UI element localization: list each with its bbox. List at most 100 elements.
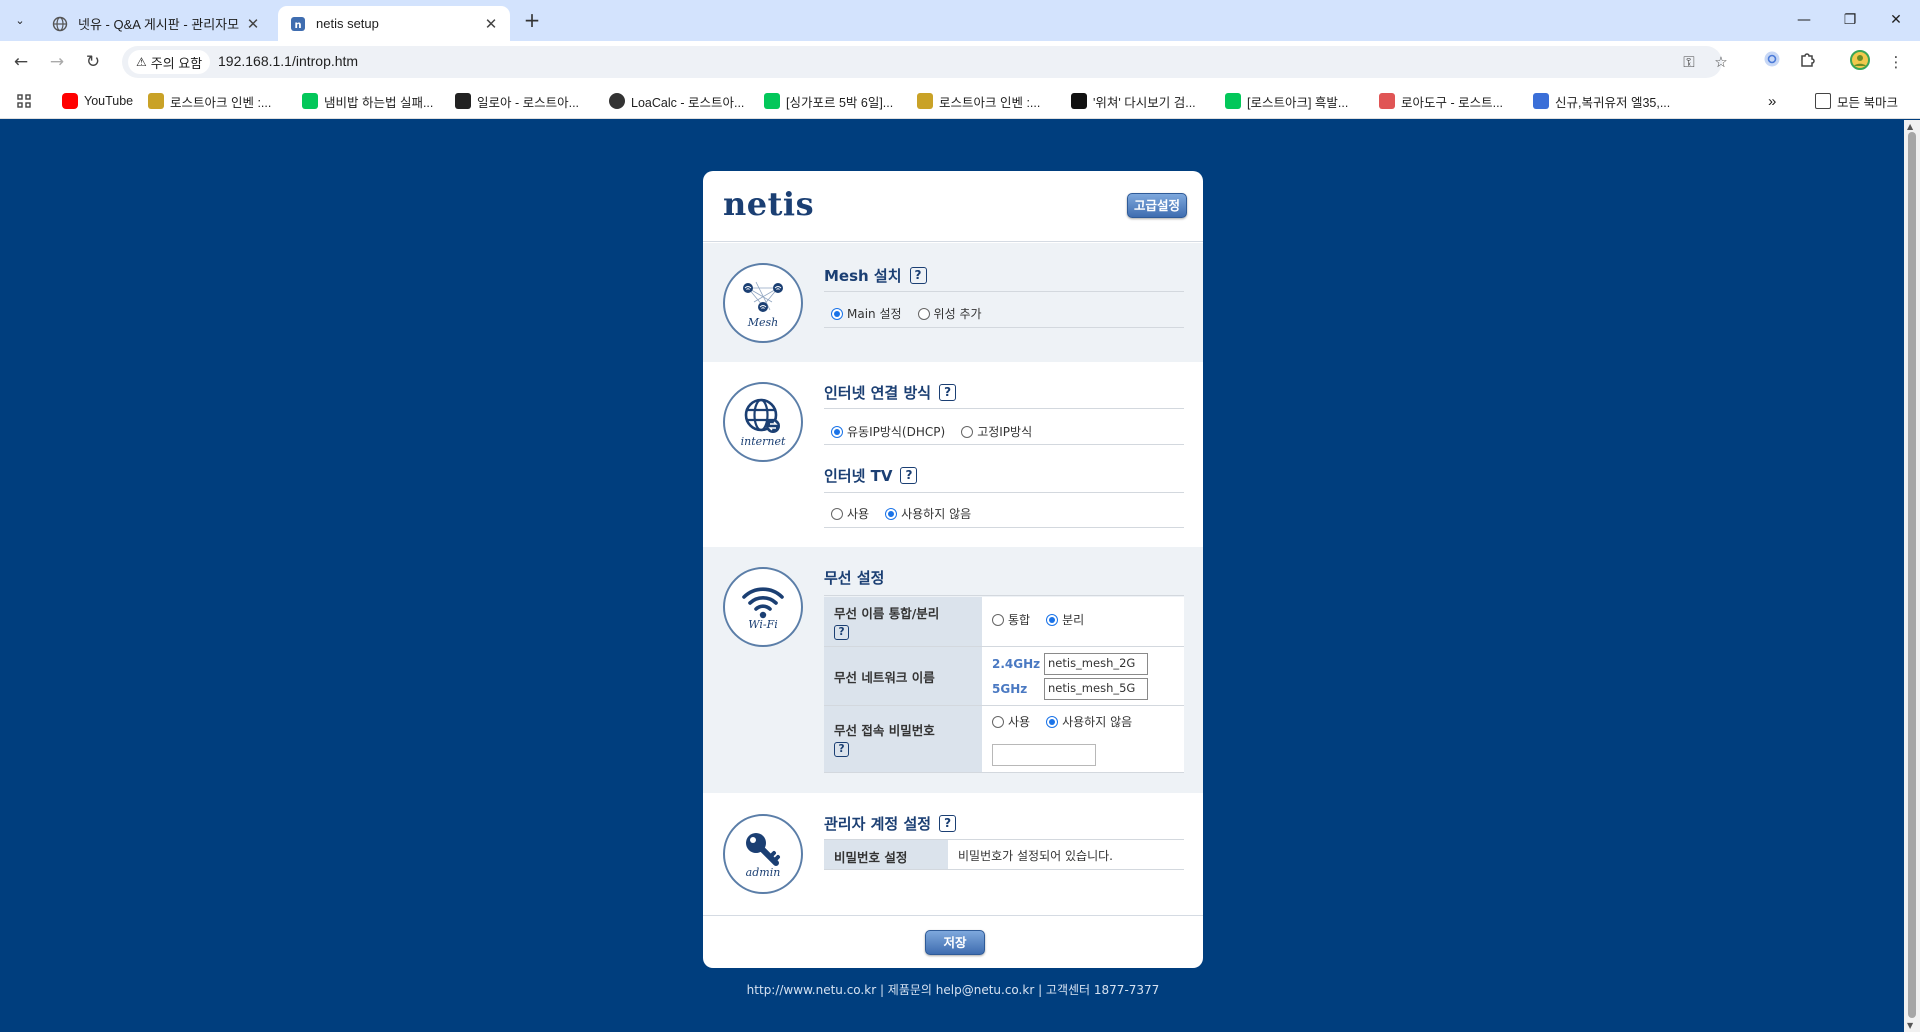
inven-icon (148, 93, 164, 109)
admin-password-row: 비밀번호 설정 비밀번호가 설정되어 있습니다. (824, 840, 1184, 870)
radio-checked[interactable] (885, 507, 898, 520)
scroll-thumb[interactable] (1908, 132, 1916, 1018)
tab-title: netis setup (316, 16, 379, 31)
help-icon[interactable]: ? (834, 625, 849, 640)
bookmark-item[interactable]: 로스트아크 인벤 :... (148, 90, 271, 112)
tab-title: 넷유 - Q&A 게시판 - 관리자모 (78, 17, 240, 32)
radio-unchecked[interactable] (917, 307, 930, 320)
wifi-password-use-option[interactable]: 사용 (992, 713, 1030, 730)
mesh-icon-label: Mesh (747, 315, 779, 329)
bookmark-item[interactable]: 일로아 - 로스트아... (455, 90, 579, 112)
band-24-label: 2.4GHz (992, 656, 1041, 671)
advanced-settings-button[interactable]: 고급설정 (1127, 193, 1187, 218)
browser-menu-icon[interactable]: ⋮ (1884, 50, 1908, 74)
tab-strip: ⌄ 넷유 - Q&A 게시판 - 관리자모 ✕ n netis setup ✕ … (0, 0, 1920, 41)
forward-arrow-icon[interactable]: → (44, 49, 70, 75)
password-key-icon[interactable]: ⚿ (1678, 51, 1700, 73)
admin-section: admin 관리자 계정 설정 ? 비밀번호 설정 비밀번호가 설정되어 있습니… (703, 793, 1203, 915)
mesh-mode-options: Main 설정 위성 추가 (831, 305, 998, 322)
radio-unchecked[interactable] (992, 715, 1004, 728)
bookmark-item[interactable]: '위쳐' 다시보기 검... (1071, 90, 1196, 112)
radio-unchecked[interactable] (992, 613, 1004, 626)
setup-header: netis 고급설정 (703, 171, 1203, 242)
bookmark-youtube[interactable]: YouTube (62, 90, 133, 112)
more-bookmarks-chevron-icon[interactable]: » (1768, 90, 1776, 112)
close-tab-icon[interactable]: ✕ (482, 15, 500, 33)
static-ip-option[interactable]: 고정IP방식 (961, 423, 1032, 440)
wifi-password-input[interactable] (992, 744, 1096, 766)
bookmark-item[interactable]: [싱가포르 5박 6일]... (764, 90, 893, 112)
ssid-merge-option[interactable]: 통합 (992, 611, 1030, 628)
mesh-satellite-option[interactable]: 위성 추가 (917, 305, 982, 322)
all-bookmarks-folder[interactable]: 모든 북마크 (1815, 90, 1898, 112)
close-window-icon[interactable]: ✕ (1876, 7, 1916, 33)
netis-favicon-icon: n (290, 16, 306, 32)
tab-search-button[interactable]: ⌄ (8, 8, 32, 32)
dhcp-option[interactable]: 유동IP방식(DHCP) (831, 423, 945, 440)
divider (824, 291, 1184, 292)
admin-title: 관리자 계정 설정 ? (824, 813, 957, 834)
bookmark-item[interactable]: 신규,복귀유저 엘35,... (1533, 90, 1670, 112)
minimize-icon[interactable]: — (1784, 7, 1824, 33)
help-icon[interactable]: ? (939, 815, 957, 832)
close-tab-icon[interactable]: ✕ (244, 15, 262, 33)
ssid-split-option[interactable]: 분리 (1046, 611, 1084, 628)
naver-blog-icon (1225, 93, 1241, 109)
radio-checked[interactable] (831, 307, 843, 320)
bookmark-item[interactable]: 로스트아크 인벤 :... (917, 90, 1040, 112)
wifi-icon-label: Wi-Fi (748, 617, 778, 631)
tv-use-option[interactable]: 사용 (831, 505, 869, 522)
wireless-section: Wi-Fi 무선 설정 무선 이름 통합/분리 ? 통합 분리 무선 네트워크 … (703, 547, 1203, 793)
ssid-24-input[interactable]: netis_mesh_2G (1044, 652, 1148, 675)
help-icon[interactable]: ? (900, 467, 918, 484)
mesh-main-option[interactable]: Main 설정 (831, 305, 902, 322)
back-arrow-icon[interactable]: ← (8, 49, 34, 75)
mesh-title: Mesh 설치 ? (824, 265, 927, 286)
folder-icon (1815, 93, 1831, 109)
extensions-puzzle-icon[interactable] (1796, 50, 1820, 74)
radio-unchecked[interactable] (961, 425, 974, 438)
security-chip[interactable]: ⚠ 주의 요함 (128, 50, 211, 74)
wifi-password-not-use-option[interactable]: 사용하지 않음 (1046, 713, 1132, 730)
table-row: 무선 이름 통합/분리 ? 통합 분리 (824, 597, 1184, 647)
apps-grid-icon[interactable] (16, 90, 32, 112)
network-name-values: 2.4GHz netis_mesh_2G 5GHz netis_mesh_5G (982, 647, 1184, 705)
url-text[interactable]: 192.168.1.1/introp.htm (218, 53, 358, 69)
bookmark-item[interactable]: [로스트아크] 흑발... (1225, 90, 1348, 112)
reload-icon[interactable]: ↻ (80, 49, 106, 75)
bookmark-item[interactable]: 냄비밥 하는법 실패... (302, 90, 433, 112)
profile-avatar[interactable] (1848, 50, 1872, 74)
divider (824, 327, 1184, 328)
restore-icon[interactable]: ❐ (1830, 7, 1870, 33)
bookmark-item[interactable]: 로아도구 - 로스트... (1379, 90, 1503, 112)
help-icon[interactable]: ? (834, 742, 849, 757)
help-icon[interactable]: ? (909, 267, 927, 284)
ssid-5-input[interactable]: netis_mesh_5G (1044, 677, 1148, 700)
naver-blog-icon (302, 93, 318, 109)
tab-netis-setup[interactable]: n netis setup ✕ (278, 6, 510, 41)
warning-icon: ⚠ (136, 55, 147, 69)
save-button[interactable]: 저장 (925, 930, 985, 955)
google-lens-icon[interactable] (1760, 50, 1784, 74)
radio-unchecked[interactable] (831, 507, 843, 520)
radio-checked[interactable] (831, 425, 843, 438)
setup-card: netis 고급설정 Mesh Mesh 설치 ? Main 설정 위성 추가 … (703, 171, 1203, 968)
page-scrollbar[interactable]: ▲ ▼ (1904, 120, 1920, 1032)
bookmarks-bar: YouTube 로스트아크 인벤 :... 냄비밥 하는법 실패... 일로아 … (0, 83, 1920, 119)
divider (824, 527, 1184, 528)
bookmark-item[interactable]: LoaCalc - 로스트아... (609, 90, 744, 112)
connection-type-title: 인터넷 연결 방식 ? (824, 382, 957, 403)
help-icon[interactable]: ? (939, 384, 957, 401)
radio-checked[interactable] (1046, 715, 1059, 728)
tv-not-use-option[interactable]: 사용하지 않음 (885, 505, 971, 522)
network-name-label: 무선 네트워크 이름 (824, 647, 982, 705)
scroll-up-arrow-icon[interactable]: ▲ (1907, 122, 1913, 131)
bookmark-star-icon[interactable]: ☆ (1710, 51, 1732, 73)
name-mode-options: 통합 분리 (982, 597, 1184, 646)
tab-qa-board[interactable]: 넷유 - Q&A 게시판 - 관리자모 ✕ (40, 6, 272, 41)
radio-checked[interactable] (1046, 613, 1059, 626)
youtube-icon (62, 93, 78, 109)
address-bar[interactable]: ⚠ 주의 요함 192.168.1.1/introp.htm ⚿ ☆ (122, 46, 1728, 78)
new-tab-button[interactable]: + (520, 9, 544, 33)
scroll-down-arrow-icon[interactable]: ▼ (1907, 1021, 1913, 1030)
